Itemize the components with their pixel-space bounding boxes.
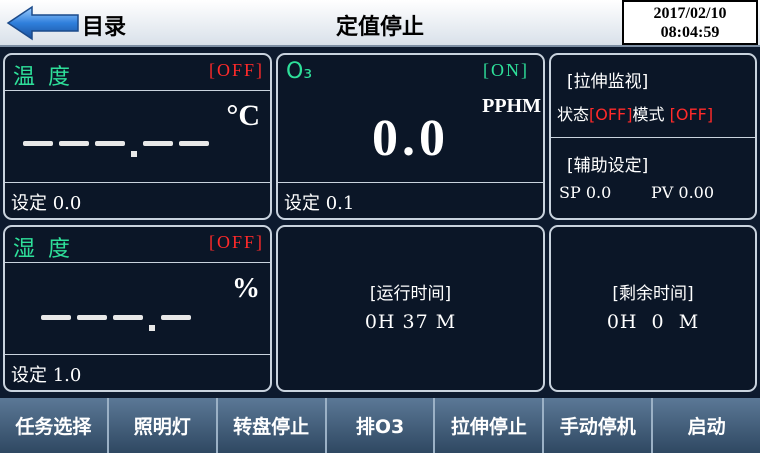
- stretch-divider: [551, 137, 755, 138]
- footer-button-bar: 任务选择 照明灯 转盘停止 排O3 拉伸停止 手动停机 启动: [0, 398, 760, 453]
- temperature-panel: 温 度 [OFF] °C 设定 0.0: [3, 53, 272, 220]
- time-text: 08:04:59: [660, 24, 720, 41]
- datetime-display: 2017/02/10 08:04:59: [622, 0, 758, 45]
- ozone-footer: 设定 0.1: [278, 182, 543, 218]
- ozone-value: 0.0: [372, 110, 449, 167]
- stretch-monitor-panel: [拉伸监视] 状态[OFF]模式 [OFF] [辅助设定] SP 0.0 PV …: [549, 53, 757, 220]
- humidity-setting[interactable]: 设定 1.0: [11, 361, 81, 387]
- aux-setting-title: [辅助设定]: [567, 156, 649, 176]
- temperature-footer: 设定 0.0: [5, 182, 270, 218]
- ozone-header: O₃ [ON]: [278, 55, 543, 91]
- state-label: 状态: [557, 105, 590, 124]
- temperature-header: 温 度 [OFF]: [5, 55, 270, 91]
- stretch-stop-button[interactable]: 拉伸停止: [435, 398, 545, 453]
- humidity-panel: 湿 度 [OFF] % 设定 1.0: [3, 225, 272, 392]
- temperature-label: 温 度: [13, 65, 73, 90]
- date-text: 2017/02/10: [653, 5, 727, 22]
- manual-stop-button[interactable]: 手动停机: [544, 398, 654, 453]
- exhaust-o3-button[interactable]: 排O3: [327, 398, 436, 453]
- mode-value: [OFF]: [669, 105, 714, 124]
- ozone-status[interactable]: [ON]: [483, 60, 529, 81]
- lighting-button[interactable]: 照明灯: [109, 398, 218, 453]
- remaining-time-value: 0H 0 M: [606, 311, 700, 333]
- humidity-footer: 设定 1.0: [5, 354, 270, 390]
- ozone-panel: O₃ [ON] PPHM 0.0 设定 0.1: [276, 53, 545, 220]
- remaining-time-panel: [剩余时间] 0H 0 M: [549, 225, 757, 392]
- header-bar: 目录 定值停止 2017/02/10 08:04:59: [0, 0, 760, 47]
- ozone-label: O₃: [286, 59, 313, 84]
- stretch-status-row: 状态[OFF]模式 [OFF]: [557, 101, 713, 125]
- run-time-value: 0H 37 M: [364, 311, 457, 333]
- humidity-value-placeholder: [41, 315, 191, 331]
- state-value: [OFF]: [589, 105, 633, 124]
- turntable-stop-button[interactable]: 转盘停止: [218, 398, 327, 453]
- remaining-time-label: [剩余时间]: [612, 284, 694, 304]
- temperature-unit: °C: [226, 99, 260, 132]
- run-time-panel: [运行时间] 0H 37 M: [276, 225, 545, 392]
- task-select-button[interactable]: 任务选择: [0, 398, 109, 453]
- sp-value[interactable]: SP 0.0: [559, 183, 611, 202]
- humidity-header: 湿 度 [OFF]: [5, 227, 270, 263]
- mode-label: 模式: [632, 105, 665, 124]
- humidity-label: 湿 度: [13, 237, 73, 262]
- humidity-status[interactable]: [OFF]: [209, 232, 264, 253]
- start-button[interactable]: 启动: [653, 398, 760, 453]
- pv-value: PV 0.00: [651, 183, 715, 202]
- temperature-setting[interactable]: 设定 0.0: [11, 189, 81, 215]
- run-time-label: [运行时间]: [369, 284, 452, 304]
- stretch-monitor-title: [拉伸监视]: [567, 72, 649, 92]
- ozone-setting[interactable]: 设定 0.1: [284, 189, 354, 215]
- temperature-status[interactable]: [OFF]: [209, 60, 264, 81]
- humidity-unit: %: [232, 273, 260, 304]
- temperature-value-placeholder: [23, 141, 209, 157]
